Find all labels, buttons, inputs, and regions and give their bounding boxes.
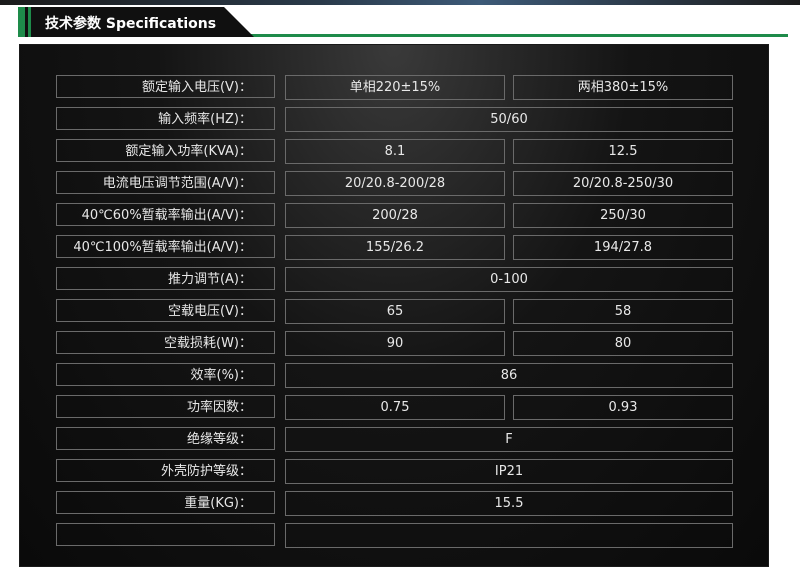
- spec-value-two-phase: 12.5: [513, 139, 733, 164]
- spec-label: 推力调节(A)：: [56, 267, 275, 290]
- spec-panel: 额定输入电压(V)： 单相220±15% 两相380±15% 输入频率(HZ)：…: [20, 45, 768, 566]
- spec-value: [285, 523, 733, 548]
- spec-value: F: [285, 427, 733, 452]
- spec-value-two-phase: 20/20.8-250/30: [513, 171, 733, 196]
- spec-label: [56, 523, 275, 546]
- spec-value-two-phase: 80: [513, 331, 733, 356]
- section-title: 技术参数 Specifications: [45, 16, 217, 32]
- spec-value-single-phase: 90: [285, 331, 505, 356]
- spec-value: IP21: [285, 459, 733, 484]
- spec-label: 电流电压调节范围(A/V)：: [56, 171, 275, 194]
- spec-label: 空载损耗(W)：: [56, 331, 275, 354]
- header-stripe-thin: [28, 7, 31, 37]
- top-accent-bar: [0, 0, 800, 5]
- spec-label: 功率因数：: [56, 395, 275, 418]
- spec-value-two-phase: 58: [513, 299, 733, 324]
- spec-value-two-phase: 194/27.8: [513, 235, 733, 260]
- spec-value-two-phase: 250/30: [513, 203, 733, 228]
- spec-label: 额定输入电压(V)：: [56, 75, 275, 98]
- spec-label: 重量(KG)：: [56, 491, 275, 514]
- spec-value-two-phase: 0.93: [513, 395, 733, 420]
- spec-value-single-phase: 8.1: [285, 139, 505, 164]
- spec-label: 空载电压(V)：: [56, 299, 275, 322]
- spec-value-single-phase: 20/20.8-200/28: [285, 171, 505, 196]
- spec-label: 40℃60%暂载率输出(A/V)：: [56, 203, 275, 226]
- spec-label: 效率(%)：: [56, 363, 275, 386]
- spec-value: 50/60: [285, 107, 733, 132]
- spec-value-two-phase: 两相380±15%: [513, 75, 733, 100]
- spec-value-single-phase: 65: [285, 299, 505, 324]
- header-tab: 技术参数 Specifications: [18, 7, 254, 37]
- spec-value-single-phase: 0.75: [285, 395, 505, 420]
- spec-value: 0-100: [285, 267, 733, 292]
- header-stripe: [18, 7, 25, 37]
- spec-label: 额定输入功率(KVA)：: [56, 139, 275, 162]
- section-header: 技术参数 Specifications: [18, 7, 788, 40]
- spec-label: 外壳防护等级：: [56, 459, 275, 482]
- spec-value: 15.5: [285, 491, 733, 516]
- spec-value-single-phase: 155/26.2: [285, 235, 505, 260]
- spec-label: 输入频率(HZ)：: [56, 107, 275, 130]
- spec-label: 绝缘等级：: [56, 427, 275, 450]
- spec-value-single-phase: 200/28: [285, 203, 505, 228]
- spec-value-single-phase: 单相220±15%: [285, 75, 505, 100]
- spec-value: 86: [285, 363, 733, 388]
- spec-label: 40℃100%暂载率输出(A/V)：: [56, 235, 275, 258]
